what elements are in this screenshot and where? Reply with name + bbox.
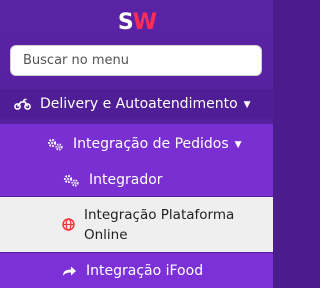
menu-item-integrador[interactable]: Integrador bbox=[0, 164, 273, 196]
menu-item-integrador-label: Integrador bbox=[89, 172, 163, 188]
chevron-down-icon: ▼ bbox=[234, 140, 242, 150]
gears-icon bbox=[63, 174, 80, 187]
logo-letter-s: S bbox=[117, 9, 134, 35]
logo-letter-w: W bbox=[132, 9, 157, 35]
share-arrow-icon bbox=[62, 265, 77, 277]
gears-icon bbox=[47, 138, 64, 151]
menu-item-delivery-label: Delivery e Autoatendimento bbox=[40, 96, 238, 112]
sidebar: SW Delivery e Autoatendimento ▼ Integraç… bbox=[0, 0, 273, 288]
app-logo[interactable]: SW bbox=[110, 9, 164, 35]
menu-item-integracao-pedidos[interactable]: Integração de Pedidos ▼ bbox=[0, 124, 273, 164]
menu-item-delivery[interactable]: Delivery e Autoatendimento ▼ bbox=[0, 89, 273, 119]
motorcycle-icon bbox=[14, 98, 31, 110]
menu-item-integracao-ifood-label: Integração iFood bbox=[86, 262, 204, 279]
menu-item-integracao-plataforma-online-label: Integração Plataforma Online bbox=[84, 206, 235, 243]
menu-item-integracao-plataforma-online[interactable]: Integração Plataforma Online bbox=[0, 197, 273, 252]
chevron-down-icon: ▼ bbox=[243, 100, 251, 110]
menu-item-integracao-ifood[interactable]: Integração iFood bbox=[0, 253, 273, 288]
globe-icon bbox=[62, 218, 75, 231]
menu-search-input[interactable] bbox=[10, 45, 262, 76]
menu-item-integracao-pedidos-label: Integração de Pedidos bbox=[73, 136, 229, 152]
